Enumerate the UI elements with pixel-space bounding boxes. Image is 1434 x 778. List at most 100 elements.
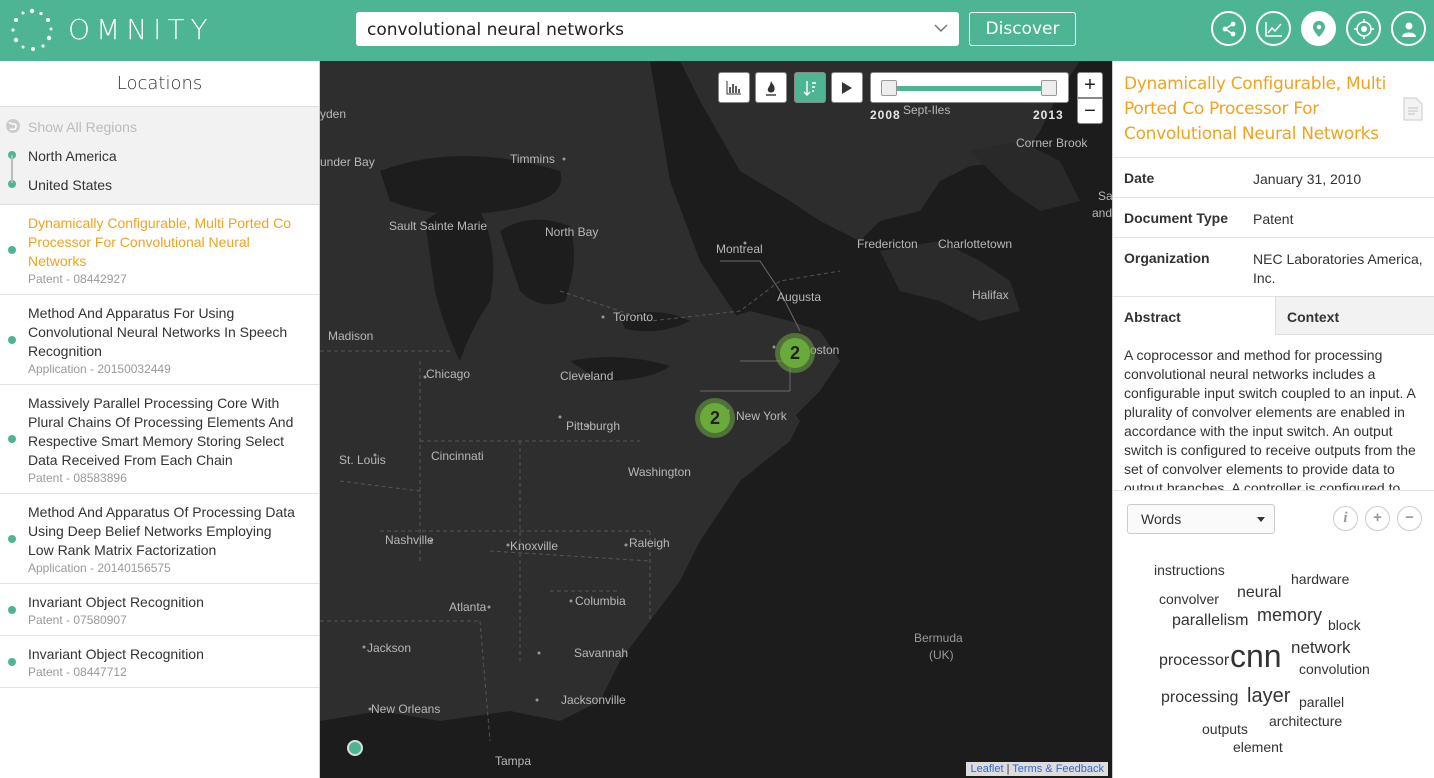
result-item[interactable]: Method And Apparatus Of Processing Data … bbox=[0, 494, 319, 584]
word-cloud-term[interactable]: processor bbox=[1159, 652, 1229, 670]
map-label: Sept-Iles bbox=[903, 103, 951, 117]
location-pin-icon[interactable] bbox=[1301, 11, 1336, 46]
map-label: Sault Sainte Marie bbox=[389, 219, 488, 233]
result-item[interactable]: Massively Parallel Processing Core With … bbox=[0, 385, 319, 494]
user-icon[interactable] bbox=[1391, 11, 1426, 46]
map-label: yden bbox=[320, 107, 347, 121]
search-value: convolutional neural networks bbox=[367, 20, 625, 40]
document-title: Dynamically Configurable, Multi Ported C… bbox=[1124, 74, 1387, 144]
word-mode-value: Words bbox=[1141, 511, 1182, 527]
result-meta: Patent - 08442927 bbox=[28, 272, 127, 286]
result-dot-icon bbox=[8, 657, 16, 666]
bar-chart-icon bbox=[726, 80, 741, 94]
top-bar: OMNITY convolutional neural networks Dis… bbox=[0, 0, 1434, 61]
location-marker[interactable] bbox=[347, 740, 363, 756]
map-label: Columbia bbox=[575, 594, 626, 608]
word-cloud-term[interactable]: memory bbox=[1257, 605, 1322, 626]
result-dot-icon bbox=[8, 435, 16, 443]
map-label: Nashville bbox=[385, 533, 434, 547]
word-mode-select[interactable]: Words bbox=[1127, 504, 1275, 534]
heatmap-button[interactable] bbox=[755, 72, 787, 103]
divider bbox=[1113, 490, 1434, 491]
word-cloud-term[interactable]: architecture bbox=[1269, 713, 1342, 729]
map-label: Madison bbox=[328, 329, 374, 343]
result-title: Massively Parallel Processing Core With … bbox=[28, 395, 294, 468]
map-label: Cincinnati bbox=[431, 449, 484, 463]
abstract-text: A coprocessor and method for processing … bbox=[1124, 347, 1416, 490]
tab-context[interactable]: Context bbox=[1275, 296, 1434, 335]
sort-icon bbox=[803, 80, 816, 96]
map-label: Corner Brook bbox=[1016, 136, 1088, 150]
histogram-button[interactable] bbox=[718, 72, 750, 103]
globe-icon bbox=[6, 119, 20, 133]
result-item[interactable]: Method And Apparatus For Using Convoluti… bbox=[0, 295, 319, 385]
panel-title: Locations bbox=[0, 61, 319, 107]
field-date: Date January 31, 2010 bbox=[1113, 157, 1434, 197]
sort-button[interactable] bbox=[794, 72, 826, 103]
map-label: Augusta bbox=[777, 290, 822, 304]
word-cloud-term[interactable]: neural bbox=[1237, 584, 1281, 602]
word-cloud-term[interactable]: hardware bbox=[1291, 571, 1349, 587]
chart-icon[interactable] bbox=[1256, 11, 1291, 46]
terms-feedback-link[interactable]: Terms & Feedback bbox=[1012, 763, 1104, 775]
word-cloud-term[interactable]: parallelism bbox=[1172, 612, 1248, 630]
word-cloud-term[interactable]: instructions bbox=[1154, 562, 1225, 578]
word-cloud-term[interactable]: outputs bbox=[1202, 721, 1248, 737]
omnity-logo-icon[interactable] bbox=[10, 8, 54, 52]
play-button[interactable] bbox=[831, 72, 863, 103]
result-meta: Application - 20140156575 bbox=[28, 561, 171, 575]
word-cloud-term[interactable]: cnn bbox=[1230, 638, 1282, 675]
zoom-out-button[interactable]: − bbox=[1077, 98, 1103, 124]
search-input[interactable]: convolutional neural networks bbox=[356, 12, 959, 46]
map-label: Sa bbox=[1098, 189, 1112, 203]
share-icon[interactable] bbox=[1211, 11, 1246, 46]
play-icon bbox=[842, 81, 852, 94]
word-cloud-term[interactable]: convolver bbox=[1159, 591, 1219, 607]
zoom-in-button[interactable]: + bbox=[1077, 72, 1103, 98]
map-label: Cleveland bbox=[560, 369, 614, 383]
target-icon[interactable] bbox=[1346, 11, 1381, 46]
map-cluster-marker[interactable]: 2 bbox=[695, 398, 735, 438]
region-north-america[interactable]: North America bbox=[28, 148, 117, 164]
field-label: Document Type bbox=[1124, 210, 1228, 226]
map-label: (UK) bbox=[929, 648, 954, 662]
field-label: Date bbox=[1124, 170, 1155, 186]
field-value: Patent bbox=[1253, 211, 1294, 227]
show-all-regions-link[interactable]: Show All Regions bbox=[28, 119, 137, 135]
result-item[interactable]: Invariant Object Recognition Patent - 08… bbox=[0, 636, 319, 688]
result-item[interactable]: Dynamically Configurable, Multi Ported C… bbox=[0, 205, 319, 295]
word-cloud-term[interactable]: network bbox=[1291, 638, 1351, 658]
word-cloud-term[interactable]: convolution bbox=[1299, 661, 1370, 677]
map-label: Pittsburgh bbox=[566, 419, 621, 433]
discover-button[interactable]: Discover bbox=[969, 12, 1076, 46]
map-label: St. Louis bbox=[339, 453, 386, 467]
document-icon[interactable] bbox=[1403, 97, 1423, 121]
chevron-down-icon[interactable] bbox=[933, 20, 949, 36]
result-dot-icon bbox=[8, 245, 16, 254]
zoom-out-words-button[interactable]: − bbox=[1397, 506, 1422, 531]
word-cloud-term[interactable]: element bbox=[1233, 739, 1283, 755]
region-united-states[interactable]: United States bbox=[28, 177, 112, 193]
tab-abstract[interactable]: Abstract bbox=[1113, 296, 1275, 335]
word-cloud-term[interactable]: parallel bbox=[1299, 694, 1344, 710]
year-range-slider[interactable] bbox=[870, 72, 1069, 103]
result-title: Dynamically Configurable, Multi Ported C… bbox=[28, 215, 291, 269]
slider-end-handle[interactable] bbox=[1041, 80, 1057, 96]
slider-start-handle[interactable] bbox=[881, 80, 897, 96]
map-label: Halifax bbox=[972, 288, 1009, 302]
map-label: Atlanta bbox=[449, 600, 487, 614]
word-cloud-term[interactable]: block bbox=[1328, 617, 1361, 633]
map-label: New Orleans bbox=[371, 702, 441, 716]
map-view[interactable]: Sept-Iles Corner Brook Timmins Sault Sai… bbox=[320, 61, 1112, 778]
info-button[interactable]: i bbox=[1333, 506, 1358, 531]
map-cluster-marker[interactable]: 2 bbox=[775, 333, 815, 373]
result-item[interactable]: Invariant Object Recognition Patent - 07… bbox=[0, 584, 319, 636]
map-label: Raleigh bbox=[629, 536, 670, 550]
result-meta: Application - 20150032449 bbox=[28, 362, 171, 376]
word-cloud-term[interactable]: layer bbox=[1247, 685, 1290, 708]
map-label: and bbox=[1092, 206, 1112, 220]
zoom-in-words-button[interactable]: + bbox=[1365, 506, 1390, 531]
leaflet-link[interactable]: Leaflet bbox=[970, 763, 1003, 775]
map-label: Timmins bbox=[510, 152, 555, 166]
word-cloud-term[interactable]: processing bbox=[1161, 689, 1238, 707]
